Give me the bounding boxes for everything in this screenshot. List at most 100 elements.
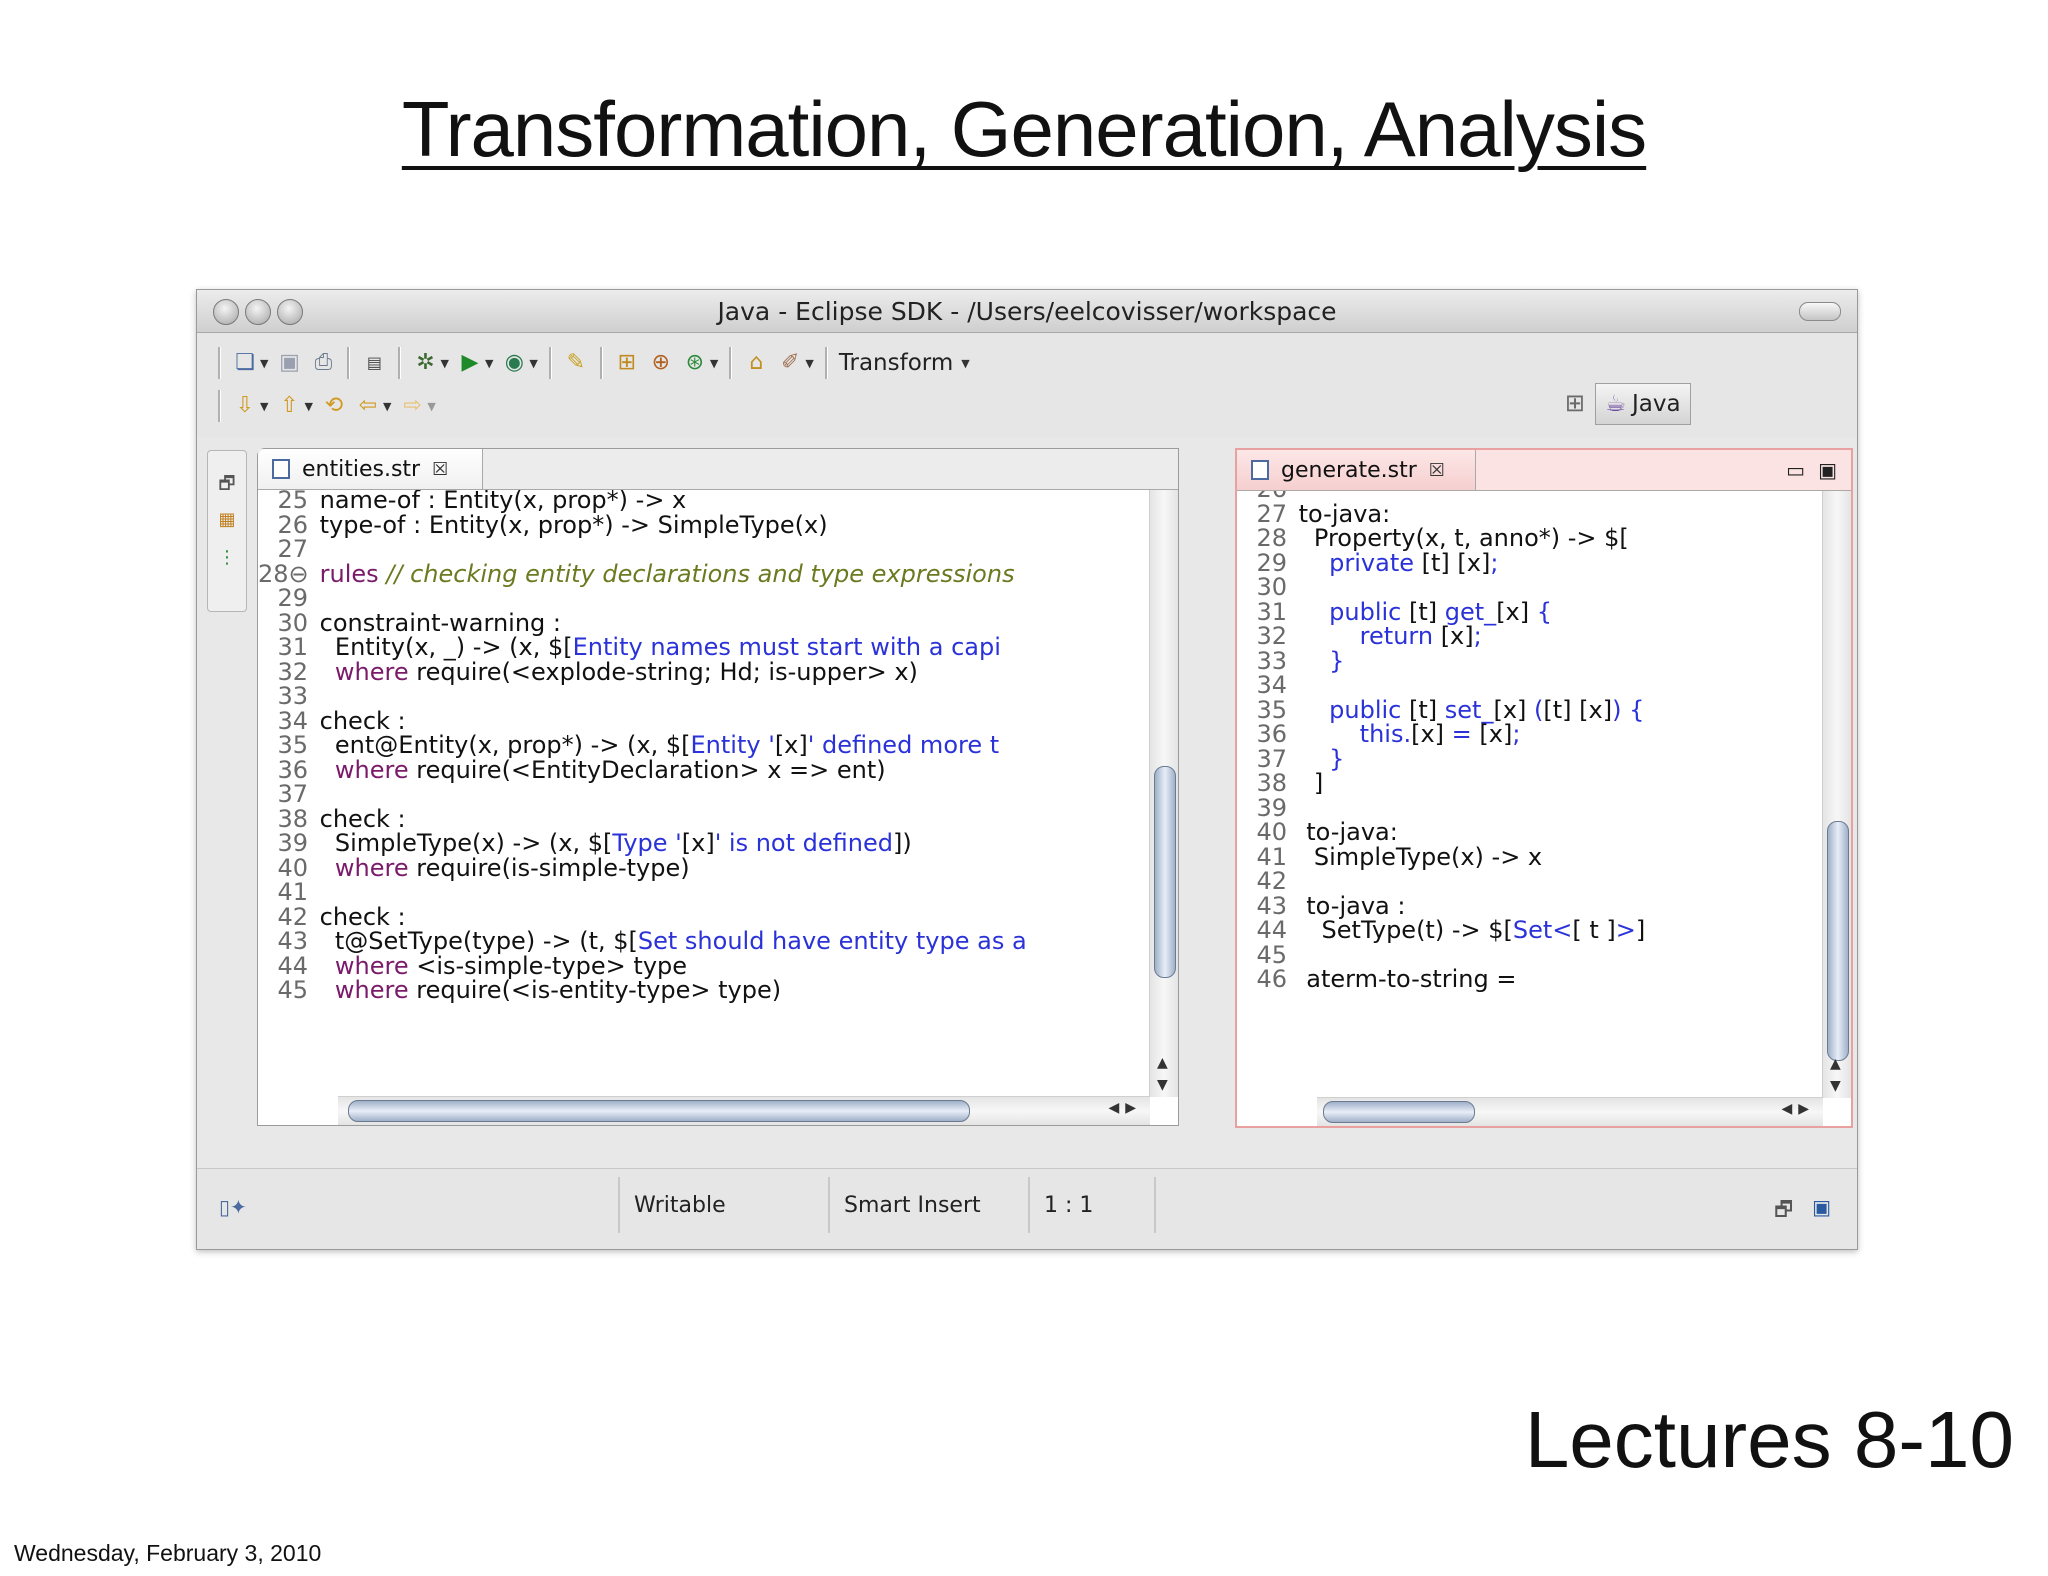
package-explorer-icon[interactable]: ▦	[216, 509, 238, 531]
console-icon[interactable]: ▣	[1812, 1195, 1831, 1219]
code-token: [x]	[1496, 597, 1530, 626]
code-token: type-of : Entity(x, prop*) -> SimpleType…	[319, 510, 828, 539]
chevron-down-icon[interactable]: ▼	[805, 357, 813, 370]
status-cursor-position: 1 : 1	[1028, 1177, 1156, 1233]
code-token: ]	[1298, 769, 1324, 797]
scrollbar-thumb[interactable]	[1323, 1101, 1475, 1123]
run-icon[interactable]: ▶	[456, 349, 484, 377]
horizontal-scrollbar[interactable]: ◀▶	[338, 1096, 1150, 1125]
code-token: Set should have entity type as a	[637, 927, 1027, 955]
code-token: [t] [x]	[1421, 548, 1491, 577]
code-line[interactable]: 26 type-of : Entity(x, prop*) -> SimpleT…	[258, 509, 828, 541]
external-tools-icon[interactable]: ◉	[500, 349, 528, 377]
chevron-down-icon[interactable]: ▼	[440, 357, 448, 370]
tab-entities-str[interactable]: entities.str ☒	[258, 449, 483, 489]
editor-generate[interactable]: generate.str ☒ ▭ ▣ 26 27 to-java:28 Prop…	[1235, 448, 1853, 1128]
code-token: private	[1298, 548, 1422, 577]
toolbar-toggle-button[interactable]	[1799, 302, 1841, 321]
transform-menu-button[interactable]: Transform	[839, 350, 953, 376]
close-icon[interactable]: ☒	[1429, 460, 1445, 481]
slide-date: Wednesday, February 3, 2010	[14, 1540, 322, 1566]
code-line[interactable]: 45 where require(<is-entity-type> type)	[258, 974, 781, 1006]
scroll-down-arrow-icon[interactable]: ▼	[1830, 1078, 1841, 1094]
code-line[interactable]: 28⊖ rules // checking entity declaration…	[258, 558, 1015, 590]
code-token: rules	[319, 559, 379, 588]
hierarchy-icon[interactable]: ⋮	[216, 547, 238, 569]
chevron-down-icon[interactable]: ▼	[427, 400, 435, 413]
new-package-icon[interactable]: ⊞	[613, 349, 641, 377]
code-token: ;	[1490, 548, 1499, 577]
new-class-icon[interactable]: ⊕	[647, 349, 675, 377]
line-number: 46	[1256, 965, 1287, 993]
open-perspective-icon[interactable]: ⊞	[1565, 389, 1585, 417]
code-token: [x]	[1440, 622, 1474, 650]
save-icon[interactable]: ▣	[275, 349, 303, 377]
code-area[interactable]: 26 27 to-java:28 Property(x, t, anno*) -…	[1237, 491, 1821, 1098]
code-token: }	[1298, 646, 1345, 675]
toolbar-separator	[824, 347, 828, 379]
maximize-view-icon[interactable]: ▣	[1818, 458, 1837, 482]
last-edit-location-icon[interactable]: ⟲	[320, 392, 348, 420]
code-token: ;	[1473, 622, 1482, 650]
code-token: ;	[1512, 720, 1521, 748]
code-line[interactable]: 32 where require(<explode-string; Hd; is…	[258, 656, 917, 688]
scroll-left-right-arrows-icon[interactable]: ◀▶	[1781, 1101, 1815, 1117]
new-java-element-icon[interactable]: ⊛	[681, 349, 709, 377]
vertical-scrollbar[interactable]: ▲ ▼	[1822, 491, 1851, 1098]
search-icon[interactable]: ✐	[776, 349, 804, 377]
title-bar: Java - Eclipse SDK - /Users/eelcovisser/…	[197, 290, 1857, 333]
back-icon[interactable]: ⇦	[354, 392, 382, 420]
forward-icon[interactable]: ⇨	[398, 392, 426, 420]
code-area[interactable]: 25 name-of : Entity(x, prop*) -> x 26 typ…	[258, 490, 1150, 1097]
debug-icon[interactable]: ✲	[411, 349, 439, 377]
brush-icon[interactable]: ✎	[562, 349, 590, 377]
scrollbar-thumb[interactable]	[1154, 766, 1176, 978]
java-perspective-button[interactable]: ☕ Java	[1595, 383, 1691, 425]
code-token: ])	[892, 829, 912, 857]
code-token: [ t ]	[1572, 916, 1616, 944]
chevron-down-icon[interactable]: ▼	[529, 357, 537, 370]
restore-icon[interactable]: 🗗	[216, 471, 238, 494]
tab-label: entities.str	[302, 456, 421, 482]
code-token: (	[1526, 695, 1544, 724]
scroll-up-arrow-icon[interactable]: ▲	[1830, 1056, 1841, 1072]
code-token: where	[319, 976, 409, 1004]
binary-file-icon[interactable]: ▤	[360, 349, 388, 377]
new-wizard-icon[interactable]: ❏	[231, 349, 259, 377]
vertical-scrollbar[interactable]: ▲ ▼	[1149, 490, 1178, 1097]
fast-view-icon[interactable]: ▯✦	[219, 1195, 247, 1219]
chevron-down-icon[interactable]: ▼	[304, 400, 312, 413]
chevron-down-icon[interactable]: ▼	[260, 400, 268, 413]
next-annotation-icon[interactable]: ⇩	[231, 392, 259, 420]
minimized-views-strip: 🗗 ▦ ⋮	[207, 450, 247, 612]
code-token: Set<	[1512, 916, 1573, 944]
code-line[interactable]: 40 where require(is-simple-type)	[258, 852, 690, 884]
lecture-range: Lectures 8-10	[1524, 1395, 2014, 1484]
open-type-icon[interactable]: ⌂	[742, 349, 770, 377]
code-line[interactable]: 46 aterm-to-string =	[1237, 963, 1516, 995]
code-token: SimpleType(x) -> x	[1298, 842, 1543, 871]
editor-entities[interactable]: entities.str ☒ 25 name-of : Entity(x, pr…	[257, 448, 1179, 1126]
chevron-down-icon[interactable]: ▼	[485, 357, 493, 370]
horizontal-scrollbar[interactable]: ◀▶	[1317, 1097, 1823, 1126]
chevron-down-icon[interactable]: ▼	[961, 357, 969, 370]
toolbar-separator	[218, 390, 221, 422]
code-token: require(is-simple-type)	[408, 853, 690, 882]
chevron-down-icon[interactable]: ▼	[710, 357, 718, 370]
code-token: SetType(t) -> $[	[1298, 916, 1513, 944]
close-icon[interactable]: ☒	[432, 459, 448, 480]
minimize-view-icon[interactable]: ▭	[1786, 458, 1805, 482]
chevron-down-icon[interactable]: ▼	[260, 357, 268, 370]
tab-generate-str[interactable]: generate.str ☒	[1237, 450, 1476, 490]
restore-icon[interactable]: 🗗	[1774, 1195, 1793, 1229]
print-icon[interactable]: ⎙	[309, 349, 337, 377]
previous-annotation-icon[interactable]: ⇧	[275, 392, 303, 420]
code-line[interactable]: 36 where require(<EntityDeclaration> x =…	[258, 754, 885, 786]
scroll-down-arrow-icon[interactable]: ▼	[1157, 1077, 1168, 1093]
scroll-left-right-arrows-icon[interactable]: ◀▶	[1108, 1100, 1142, 1116]
scrollbar-thumb[interactable]	[1827, 821, 1849, 1061]
code-token: // checking entity declarations and type…	[378, 559, 1015, 588]
chevron-down-icon[interactable]: ▼	[383, 400, 391, 413]
scroll-up-arrow-icon[interactable]: ▲	[1157, 1055, 1168, 1071]
scrollbar-thumb[interactable]	[348, 1100, 970, 1122]
